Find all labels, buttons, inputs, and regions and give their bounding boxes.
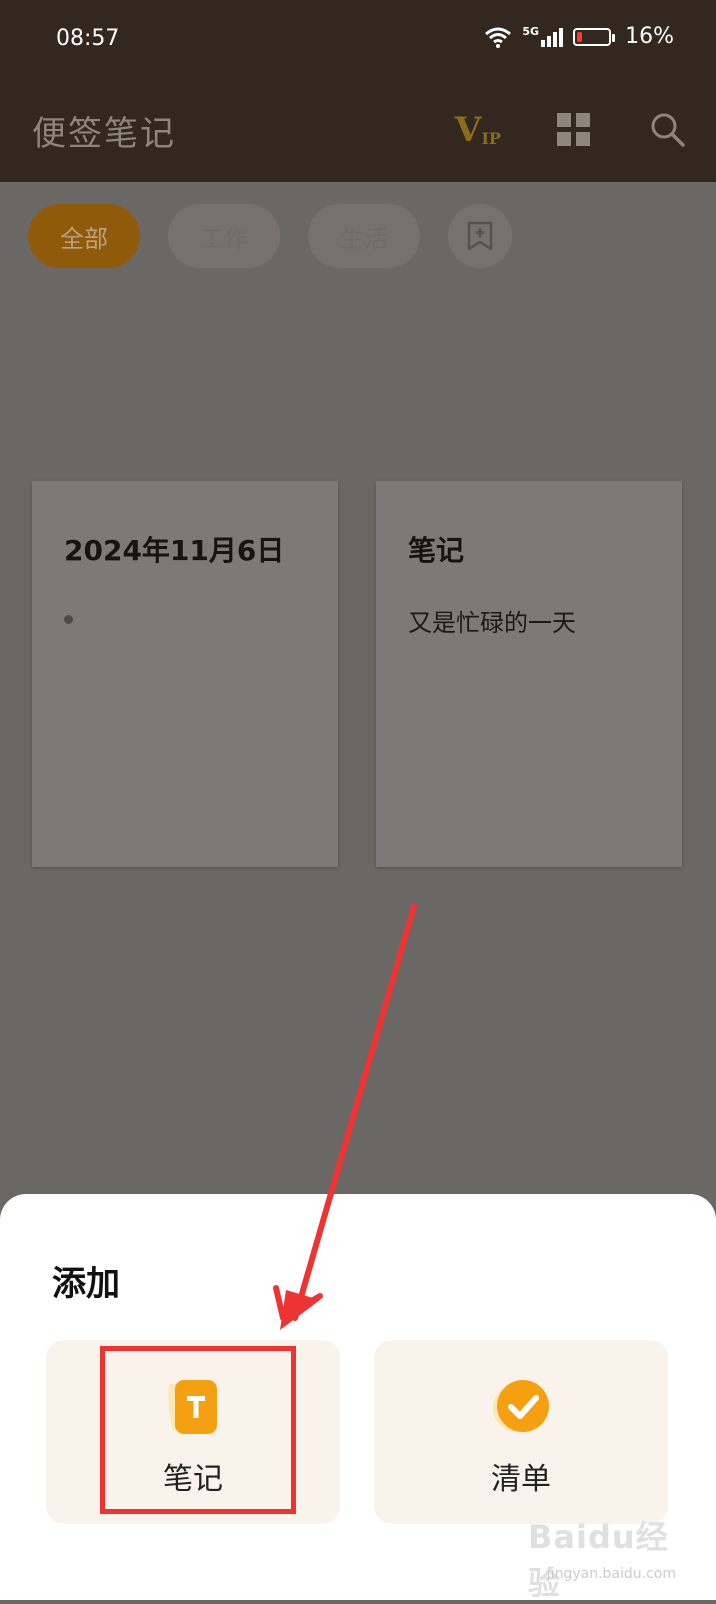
- battery-percent: 16%: [625, 24, 674, 49]
- status-bar: 08:57 5G 16%: [0, 0, 716, 84]
- app-title: 便签笔记: [32, 114, 176, 154]
- network-type: 5G: [522, 25, 540, 38]
- baidu-watermark: Baidu经验 jingyan.baidu.com: [528, 1512, 678, 1602]
- status-icons: 5G 16%: [484, 24, 674, 49]
- vip-sub: IP: [481, 128, 501, 148]
- wifi-icon: [485, 27, 512, 48]
- note-title: 2024年11月6日: [64, 534, 285, 567]
- watermark-main: Baidu经验: [528, 1518, 669, 1602]
- status-time: 08:57: [56, 26, 120, 51]
- checklist-check-icon: [493, 1380, 549, 1432]
- filter-chips: 全部 工作 生活: [28, 204, 512, 268]
- vip-icon[interactable]: V IP: [452, 106, 504, 154]
- filter-chip-life[interactable]: 生活: [308, 204, 420, 268]
- list-bullet: [64, 615, 73, 624]
- signal-icon: [541, 27, 564, 47]
- sheet-title: 添加: [52, 1264, 120, 1304]
- search-icon[interactable]: [648, 106, 688, 154]
- add-bookmark-icon: [467, 221, 493, 251]
- filter-chip-work[interactable]: 工作: [168, 204, 280, 268]
- note-card[interactable]: 2024年11月6日: [32, 481, 338, 867]
- watermark-sub: jingyan.baidu.com: [546, 1566, 676, 1582]
- note-card[interactable]: 笔记 又是忙碌的一天: [376, 481, 682, 867]
- grid-icon[interactable]: [556, 106, 592, 154]
- vip-letter: V: [455, 110, 482, 150]
- add-checklist-label: 清单: [491, 1462, 551, 1497]
- battery-icon: [573, 27, 616, 46]
- note-title: 笔记: [408, 534, 465, 567]
- filter-chip-all[interactable]: 全部: [28, 204, 140, 268]
- annotation-highlight-box: [100, 1346, 296, 1514]
- app-bar: 便签笔记 V IP: [0, 84, 716, 182]
- note-body: 又是忙碌的一天: [408, 609, 576, 637]
- add-category-button[interactable]: [448, 204, 512, 268]
- add-checklist-button[interactable]: 清单: [374, 1340, 668, 1524]
